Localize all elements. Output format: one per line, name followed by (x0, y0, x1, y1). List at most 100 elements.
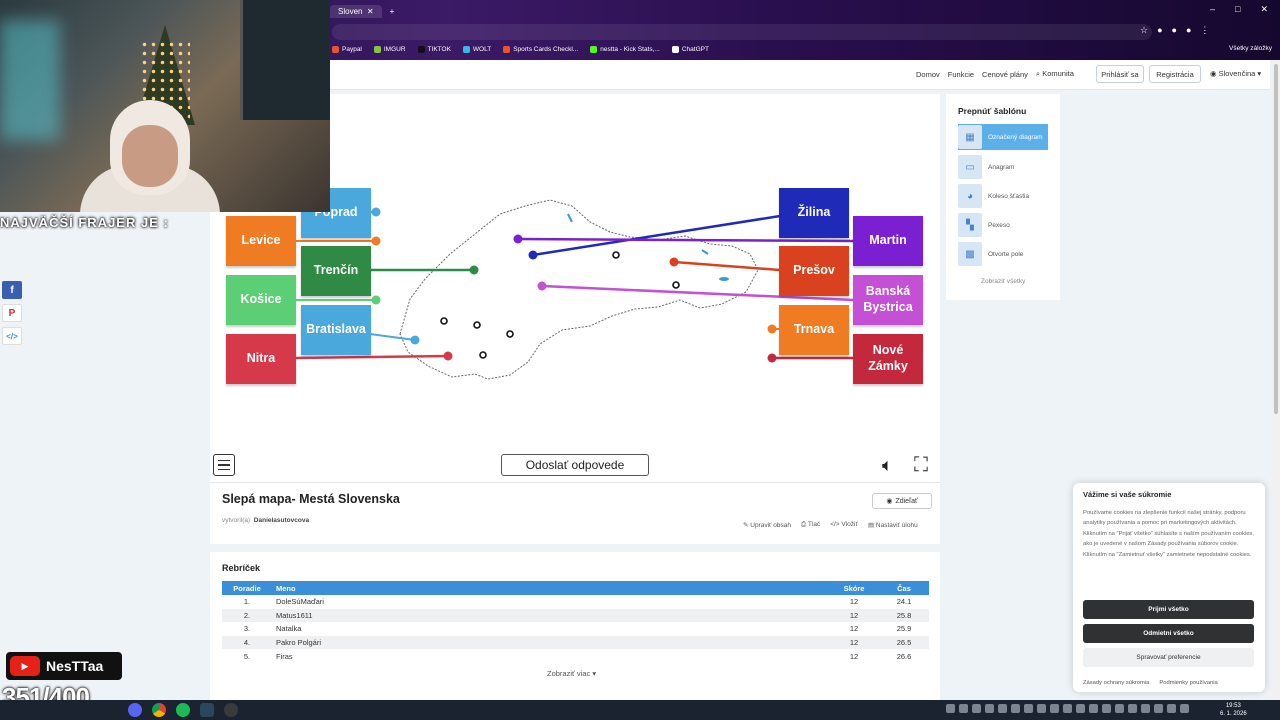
show-all-templates-link[interactable]: Zobraziť všetky (981, 278, 1025, 285)
chrome-icon[interactable] (152, 703, 166, 717)
label-presov[interactable]: Prešov (779, 246, 849, 296)
table-row: 3. Natalka 12 25.9 (243, 624, 912, 634)
label-kosice[interactable]: Košice (226, 275, 296, 325)
scrollbar-thumb[interactable] (1274, 64, 1278, 414)
city-target[interactable] (440, 317, 448, 325)
profile-icon[interactable]: ● (1186, 25, 1191, 36)
tray-icon[interactable] (1102, 704, 1111, 713)
label-trnava[interactable]: Trnava (779, 305, 849, 355)
extension-icon[interactable]: ● (1157, 25, 1162, 36)
tray-icon[interactable] (1050, 704, 1059, 713)
reject-all-button[interactable]: Odmietni všetko (1083, 624, 1254, 643)
tray-icon[interactable] (1141, 704, 1150, 713)
bookmark[interactable]: TIKTOK (417, 46, 451, 54)
template-wheel[interactable]: ◕ Koleso šťastia (958, 183, 1048, 209)
extension-icon[interactable]: ● (1172, 25, 1177, 36)
template-memory[interactable]: ▚ Pexeso (958, 212, 1048, 238)
tray-icon[interactable] (1024, 704, 1033, 713)
tray-icon[interactable] (959, 704, 968, 713)
tab-active[interactable]: Sloven ✕ (330, 4, 382, 18)
login-button[interactable]: Prihlásiť sa (1096, 65, 1144, 83)
tray-icon[interactable] (972, 704, 981, 713)
manage-preferences-button[interactable]: Spravovať preferencie (1083, 648, 1254, 667)
city-target[interactable] (672, 281, 680, 289)
accept-all-button[interactable]: Prijmi všetko (1083, 600, 1254, 619)
template-open-box[interactable]: ▩ Otvorte pole (958, 241, 1048, 267)
label-banska-bystrica[interactable]: Banská Bystrica (853, 275, 923, 325)
show-more-link[interactable]: Zobraziť viac ▾ (547, 669, 596, 678)
new-tab-icon[interactable]: + (390, 7, 395, 16)
template-labelled-diagram[interactable]: ▦ Označený diagram (958, 124, 1048, 150)
label-bratislava[interactable]: Bratislava (301, 305, 371, 355)
pinterest-icon[interactable]: P (2, 304, 22, 322)
register-button[interactable]: Registrácia (1149, 65, 1201, 83)
edit-content-link[interactable]: ✎ Upraviť obsah (743, 521, 791, 529)
tray-icon[interactable] (1037, 704, 1046, 713)
tray-icon[interactable] (1180, 704, 1189, 713)
label-martin[interactable]: Martin (853, 216, 923, 266)
share-button[interactable]: ◉ Zdieľať (872, 493, 932, 509)
tray-icon[interactable] (1076, 704, 1085, 713)
spotify-icon[interactable] (176, 703, 190, 717)
city-target[interactable] (506, 330, 514, 338)
submit-answers-button[interactable]: Odoslať odpovede (501, 454, 649, 476)
city-target[interactable] (612, 251, 620, 259)
tray-icon[interactable] (1115, 704, 1124, 713)
bookmark[interactable]: Paypal (332, 46, 362, 54)
print-link[interactable]: ⎙ Tlač (801, 521, 820, 529)
diagram-icon: ▦ (958, 125, 982, 149)
nav-features[interactable]: Funkcie (948, 70, 974, 79)
city-target[interactable] (479, 351, 487, 359)
volume-icon[interactable]: 🔈︎ (882, 455, 893, 476)
close-icon[interactable]: ✕ (1260, 4, 1268, 15)
bookmark[interactable]: nestta - Kick Stats,... (590, 46, 660, 54)
obs-icon[interactable] (224, 703, 238, 717)
language-select[interactable]: ◉ Slovenčina ▾ (1210, 69, 1261, 78)
tray-icon[interactable] (1167, 704, 1176, 713)
menu-icon[interactable]: ⋮ (1200, 25, 1209, 36)
embed-icon[interactable]: </> (2, 327, 22, 345)
tray-icon[interactable] (1011, 704, 1020, 713)
webcam-overlay (0, 0, 330, 212)
menu-icon[interactable] (213, 454, 235, 476)
label-zilina[interactable]: Žilina (779, 188, 849, 238)
connector-presov-dot (669, 257, 679, 267)
bookmark[interactable]: IMGUR (373, 46, 406, 54)
nav-pricing[interactable]: Cenové plány (982, 70, 1028, 79)
terms-link[interactable]: Podmienky používania (1159, 680, 1217, 686)
maximize-icon[interactable]: □ (1235, 4, 1240, 15)
col-time: Čas (879, 581, 929, 595)
minimize-icon[interactable]: – (1210, 4, 1215, 15)
label-nove-zamky[interactable]: Nové Zámky (853, 334, 923, 384)
tray-icon[interactable] (1154, 704, 1163, 713)
nav-community[interactable]: ⌕ Komunita (1036, 69, 1074, 79)
steam-icon[interactable] (200, 703, 214, 717)
nav-home[interactable]: Domov (916, 70, 940, 79)
bookmark[interactable]: WOLT (462, 46, 491, 54)
set-assignment-link[interactable]: ▤ Nastaviť úlohu (868, 521, 918, 529)
facebook-icon[interactable]: f (2, 281, 22, 299)
template-anagram[interactable]: ▭ Anagram (958, 154, 1048, 180)
tray-icon[interactable] (985, 704, 994, 713)
star-icon[interactable]: ☆ (1140, 25, 1148, 36)
fullscreen-icon[interactable]: ⛶ (914, 454, 928, 477)
page-scrollbar[interactable] (1272, 60, 1280, 700)
embed-link[interactable]: </> Vložiť (830, 521, 858, 529)
clock[interactable]: 19:53 6. 1. 2026 (1220, 702, 1247, 718)
label-levice[interactable]: Levice (226, 216, 296, 266)
tray-icon[interactable] (1089, 704, 1098, 713)
author-link[interactable]: Danielasutovcova (254, 517, 309, 524)
all-bookmarks[interactable]: Všetky záložky (1229, 45, 1272, 52)
label-trencin[interactable]: Trenčín (301, 246, 371, 296)
city-target[interactable] (473, 321, 481, 329)
bookmark[interactable]: Sports Cards Checkl... (503, 46, 578, 54)
privacy-policy-link[interactable]: Zásady ochrany súkromia (1083, 680, 1149, 686)
tray-icon[interactable] (998, 704, 1007, 713)
bookmark[interactable]: ChatGPT (671, 46, 709, 54)
address-bar[interactable] (332, 24, 1152, 40)
tray-icon[interactable] (946, 704, 955, 713)
label-nitra[interactable]: Nitra (226, 334, 296, 384)
tray-icon[interactable] (1128, 704, 1137, 713)
discord-icon[interactable] (128, 703, 142, 717)
tray-icon[interactable] (1063, 704, 1072, 713)
